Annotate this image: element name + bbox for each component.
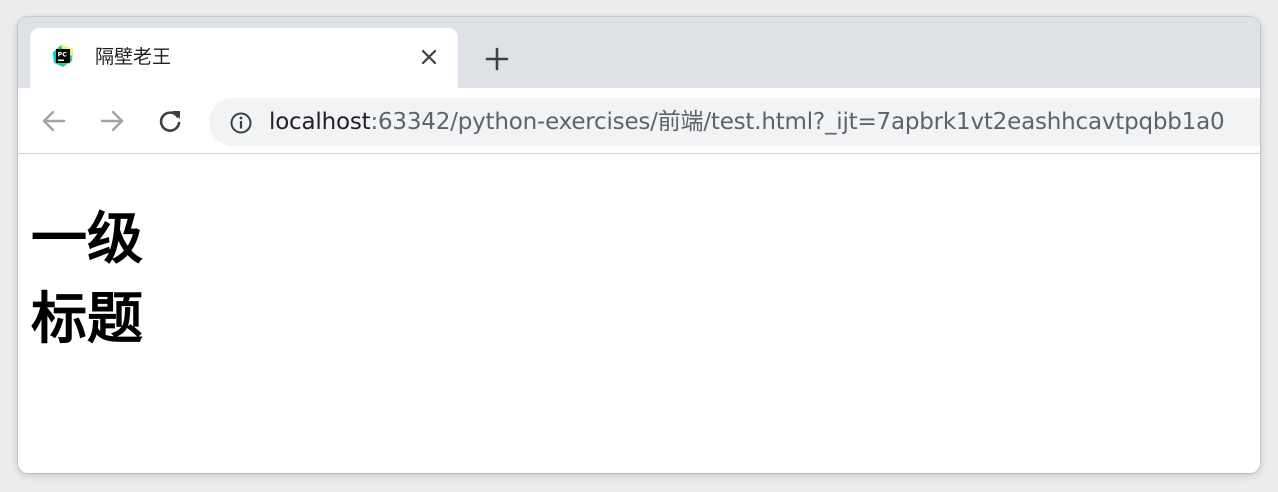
page-heading: 一级标题 bbox=[31, 207, 143, 352]
close-icon[interactable] bbox=[418, 46, 440, 68]
address-bar[interactable]: localhost:63342/python-exercises/前端/test… bbox=[209, 98, 1260, 146]
forward-arrow-icon[interactable] bbox=[98, 107, 126, 135]
new-tab-plus-icon[interactable] bbox=[484, 46, 510, 72]
url-text[interactable]: localhost:63342/python-exercises/前端/test… bbox=[269, 107, 1225, 137]
svg-text:PC: PC bbox=[58, 51, 68, 59]
tab-title: 隔壁老王 bbox=[95, 46, 172, 68]
pycharm-icon: PC bbox=[51, 44, 75, 68]
tab-active[interactable]: PC 隔壁老王 bbox=[30, 28, 458, 88]
tab-strip: PC 隔壁老王 bbox=[18, 17, 1260, 88]
browser-window: PC 隔壁老王 localhost:63342/python-exercises… bbox=[18, 17, 1260, 473]
reload-icon[interactable] bbox=[156, 107, 184, 135]
toolbar: localhost:63342/python-exercises/前端/test… bbox=[18, 88, 1260, 154]
page-content: 一级标题 bbox=[18, 154, 1260, 473]
url-path: :63342/python-exercises/前端/test.html?_ij… bbox=[370, 109, 1225, 135]
url-host: localhost bbox=[269, 109, 371, 135]
back-arrow-icon[interactable] bbox=[40, 107, 68, 135]
info-icon[interactable] bbox=[229, 111, 253, 135]
